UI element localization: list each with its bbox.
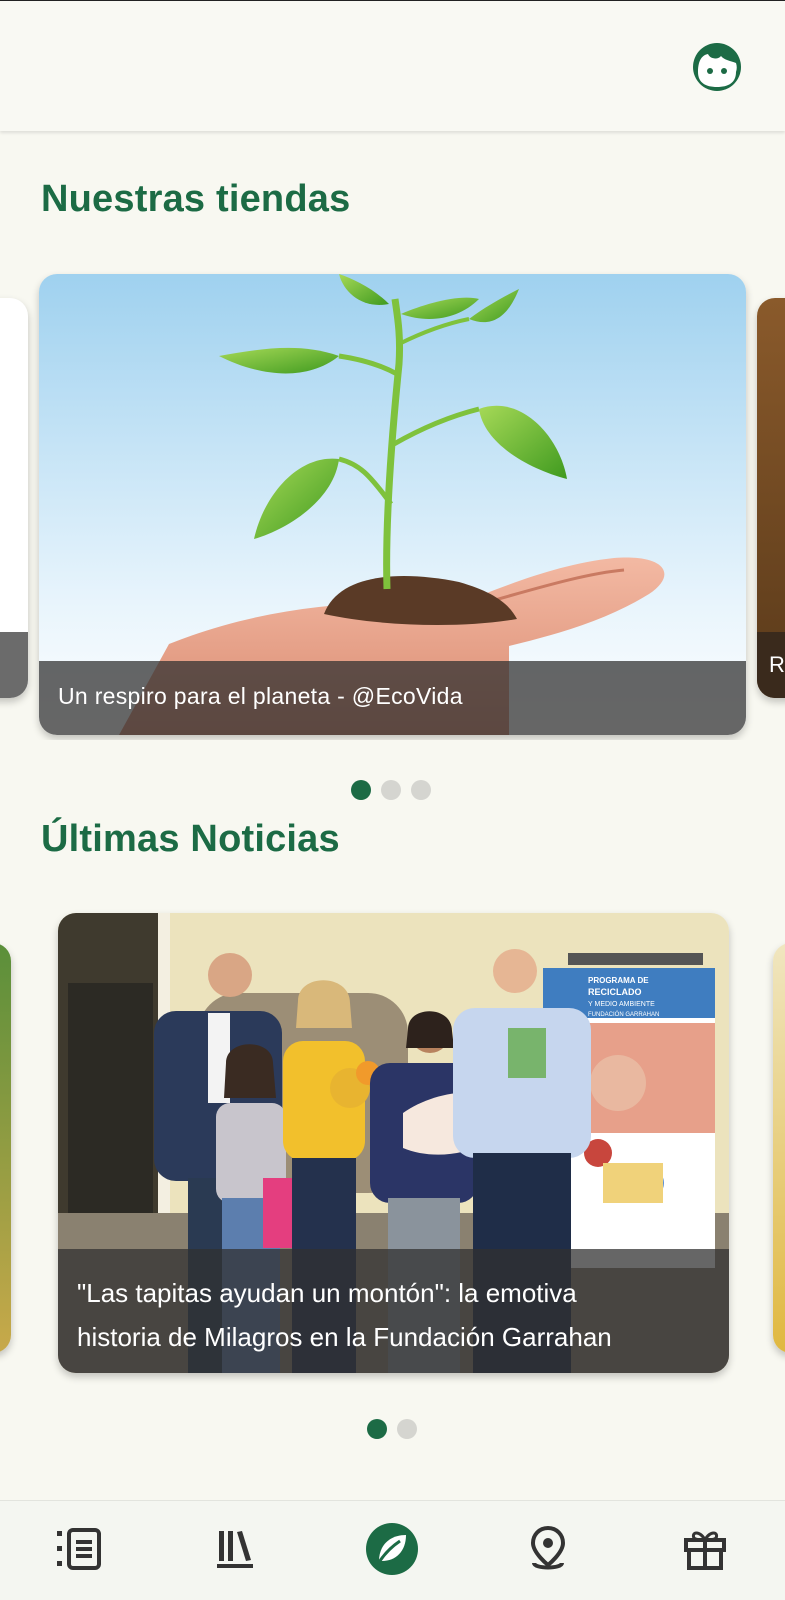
stores-dot-3[interactable] [411,780,431,800]
store-card-next-caption: R [757,632,785,698]
face-avatar-icon[interactable] [691,41,743,93]
banner-text-line4: FUNDACIÓN GARRAHAN [588,1011,659,1018]
news-card-previous[interactable] [0,943,11,1353]
news-carousel[interactable]: PROGRAMA DE RECICLADO Y MEDIO AMBIENTE F… [0,905,785,1385]
news-card-caption: "Las tapitas ayudan un montón": la emoti… [58,1249,729,1373]
stores-carousel[interactable]: Un respiro para el planeta - @EcoVida R [0,270,785,740]
news-caption-line1: "Las tapitas ayudan un montón": la emoti… [77,1278,577,1308]
banner-text-line1: PROGRAMA DE [588,976,649,985]
news-carousel-indicator [367,1419,417,1439]
leaf-icon[interactable] [362,1519,422,1579]
news-card-next[interactable] [773,943,785,1353]
news-list-icon[interactable] [49,1519,109,1579]
news-dot-2[interactable] [397,1419,417,1439]
library-icon[interactable] [205,1519,265,1579]
news-card[interactable]: PROGRAMA DE RECICLADO Y MEDIO AMBIENTE F… [58,913,729,1373]
banner-text-line2: RECICLADO [588,987,642,997]
store-card-previous[interactable] [0,298,28,698]
map-pin-icon[interactable] [518,1519,578,1579]
gift-icon[interactable] [675,1519,735,1579]
store-card-next[interactable]: R [757,298,785,698]
stores-dot-2[interactable] [381,780,401,800]
store-card-caption: Un respiro para el planeta - @EcoVida [39,661,746,735]
top-app-bar [0,0,785,131]
bottom-navigation-bar [0,1500,785,1600]
news-section-title: Últimas Noticias [41,818,340,860]
store-card[interactable]: Un respiro para el planeta - @EcoVida [39,274,746,735]
banner-text-line3: Y MEDIO AMBIENTE [588,1001,655,1008]
news-caption-line2: historia de Milagros en la Fundación Gar… [77,1322,612,1352]
stores-dot-1[interactable] [351,780,371,800]
stores-carousel-indicator [351,780,431,800]
news-dot-1[interactable] [367,1419,387,1439]
stores-section-title: Nuestras tiendas [41,178,351,220]
